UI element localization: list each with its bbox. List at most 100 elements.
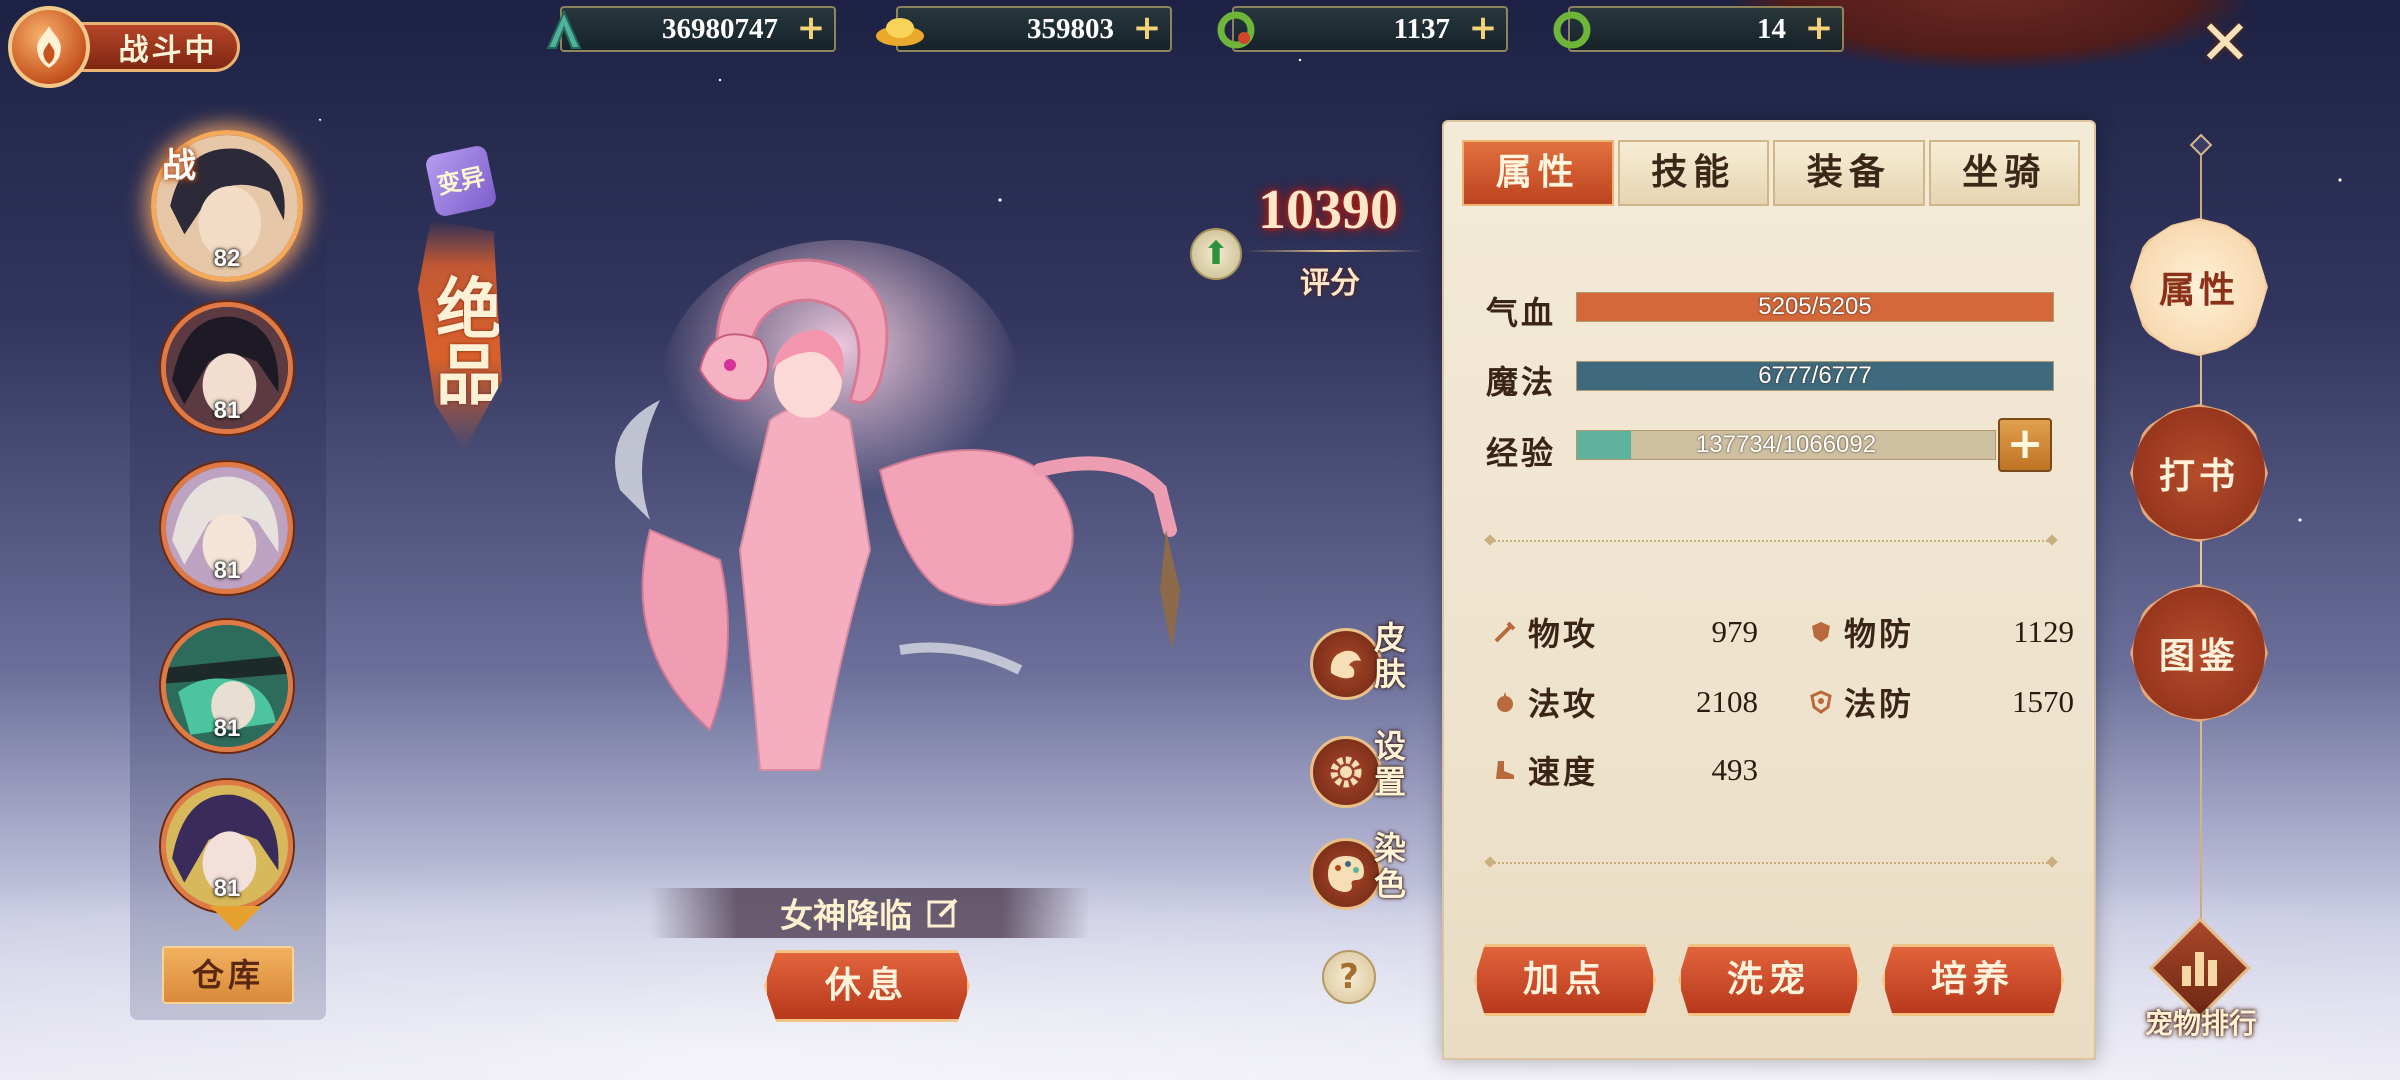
mag-def-row: 法防 1570 xyxy=(1808,682,2074,723)
hp-label: 气血 xyxy=(1486,294,1557,332)
settings-button[interactable]: 设置 xyxy=(1310,728,1420,828)
nav-attributes[interactable]: 属性 xyxy=(2130,218,2268,356)
currency-value: 36980747 xyxy=(662,12,778,45)
exp-value: 137734/1066092 xyxy=(1695,431,1877,458)
tab-attributes[interactable]: 属性 xyxy=(1462,140,1614,206)
dye-button[interactable]: 染色 xyxy=(1310,830,1420,930)
exp-label: 经验 xyxy=(1486,434,1557,472)
pet-level: 81 xyxy=(213,875,241,902)
phys-def-value: 1129 xyxy=(2013,614,2074,649)
currency-value: 1137 xyxy=(1393,12,1450,45)
sword-icon xyxy=(1494,621,1516,643)
green-dragon-ring-icon xyxy=(1546,4,1598,56)
section-divider xyxy=(1486,862,2056,864)
settings-label: 设置 xyxy=(1374,727,1407,801)
edit-icon[interactable] xyxy=(926,896,960,930)
score-divider xyxy=(1244,250,1424,252)
shield-icon xyxy=(1812,622,1830,642)
nav-rail-ornament xyxy=(2189,133,2213,157)
close-icon[interactable]: ✕ xyxy=(2190,8,2260,78)
pet-avatar-2[interactable]: 81 xyxy=(161,302,293,434)
battle-status-badge[interactable]: 战斗中 xyxy=(8,6,240,88)
exp-bar: 137734/1066092 xyxy=(1576,430,1996,460)
add-currency-button[interactable]: + xyxy=(1132,11,1162,45)
speed-row: 速度 493 xyxy=(1492,750,1759,791)
pet-score-value: 10390 xyxy=(1258,179,1398,241)
pet-ranking-button[interactable]: 宠物排行 xyxy=(2136,917,2266,1042)
pet-avatar-5[interactable]: 81 xyxy=(161,780,293,912)
warehouse-button[interactable]: 仓库 xyxy=(162,946,294,1004)
magic-orb-icon xyxy=(1497,692,1513,712)
phys-def-label: 物防 xyxy=(1844,615,1915,653)
pet-ranking-label: 宠物排行 xyxy=(2144,1007,2257,1040)
currency-jade: 36980747 + xyxy=(546,6,836,52)
help-icon[interactable]: ? xyxy=(1322,950,1376,1004)
attribute-panel xyxy=(1442,120,2096,1060)
quality-tag: 绝品 xyxy=(418,220,502,450)
rest-button[interactable]: 休息 xyxy=(764,950,970,1022)
pet-avatar-4[interactable]: 81 xyxy=(161,620,293,752)
chevron-down-icon[interactable] xyxy=(210,906,262,932)
pet-model-figure[interactable] xyxy=(580,230,1220,790)
nav-collection[interactable]: 图鉴 xyxy=(2130,584,2268,722)
currency-dragon-bound: 1137 + xyxy=(1217,6,1508,52)
mag-def-label: 法防 xyxy=(1844,685,1915,723)
gear-icon xyxy=(1310,736,1382,808)
gold-ingot-icon xyxy=(874,4,926,56)
pet-level: 82 xyxy=(213,245,241,272)
dye-label: 染色 xyxy=(1374,829,1407,903)
battle-tag: 战 xyxy=(162,146,196,186)
pet-avatar-3[interactable]: 81 xyxy=(161,462,293,594)
add-exp-button[interactable]: + xyxy=(1998,418,2052,472)
boot-icon xyxy=(1496,761,1514,779)
add-currency-button[interactable]: + xyxy=(1804,11,1834,45)
currency-value: 359803 xyxy=(1027,12,1114,45)
mag-atk-label: 法攻 xyxy=(1528,685,1599,723)
currency-dragon: 14 + xyxy=(1553,6,1844,52)
tab-equipment[interactable]: 装备 xyxy=(1773,140,1925,206)
currency-gold: 359803 + xyxy=(876,6,1172,52)
nav-skill-books[interactable]: 打书 xyxy=(2130,404,2268,542)
speed-value: 493 xyxy=(1711,752,1759,787)
phys-def-row: 物防 1129 xyxy=(1808,612,2074,653)
skin-label: 皮肤 xyxy=(1374,619,1407,693)
section-divider xyxy=(1486,540,2056,542)
cultivate-button[interactable]: 培养 xyxy=(1882,944,2064,1016)
mp-value: 6777/6777 xyxy=(1758,362,1872,389)
skin-button[interactable]: 皮肤 xyxy=(1310,620,1420,720)
mutate-tag: 变异 xyxy=(424,144,498,218)
pet-score-label: 评分 xyxy=(1300,266,1360,301)
pet-level: 81 xyxy=(213,397,241,424)
pet-level: 81 xyxy=(213,557,241,584)
phys-atk-label: 物攻 xyxy=(1528,615,1599,653)
pet-name: 女神降临 xyxy=(780,896,912,935)
hp-bar: 5205/5205 xyxy=(1576,292,2054,322)
palette-icon xyxy=(1310,838,1382,910)
add-currency-button[interactable]: + xyxy=(796,11,826,45)
hp-value: 5205/5205 xyxy=(1758,293,1872,320)
add-currency-button[interactable]: + xyxy=(1468,11,1498,45)
pet-name-bar: 女神降临 xyxy=(650,888,1090,938)
mag-atk-row: 法攻 2108 xyxy=(1492,682,1758,723)
speed-label: 速度 xyxy=(1528,753,1599,791)
wash-pet-button[interactable]: 洗宠 xyxy=(1678,944,1860,1016)
magic-shield-icon xyxy=(1810,690,1832,714)
mp-label: 魔法 xyxy=(1486,363,1557,401)
phys-atk-row: 物攻 979 xyxy=(1492,612,1759,653)
pet-level: 81 xyxy=(213,715,241,742)
mag-atk-value: 2108 xyxy=(1696,684,1758,719)
phys-atk-value: 979 xyxy=(1711,614,1759,649)
mp-bar: 6777/6777 xyxy=(1576,361,2054,391)
battle-status-label: 战斗中 xyxy=(66,22,240,72)
tab-mount[interactable]: 坐骑 xyxy=(1928,140,2080,206)
currency-value: 14 xyxy=(1757,12,1786,45)
add-points-button[interactable]: 加点 xyxy=(1474,944,1656,1016)
tab-skills[interactable]: 技能 xyxy=(1617,140,1769,206)
bar-chart-icon xyxy=(2182,950,2220,986)
panel-tabs: 属性 技能 装备 坐骑 xyxy=(1462,140,2080,210)
jade-token-icon xyxy=(538,4,590,56)
skin-icon xyxy=(1310,628,1382,700)
green-dragon-ring-icon xyxy=(1210,4,1262,56)
mag-def-value: 1570 xyxy=(2012,684,2074,719)
flame-emblem-icon xyxy=(8,6,90,88)
